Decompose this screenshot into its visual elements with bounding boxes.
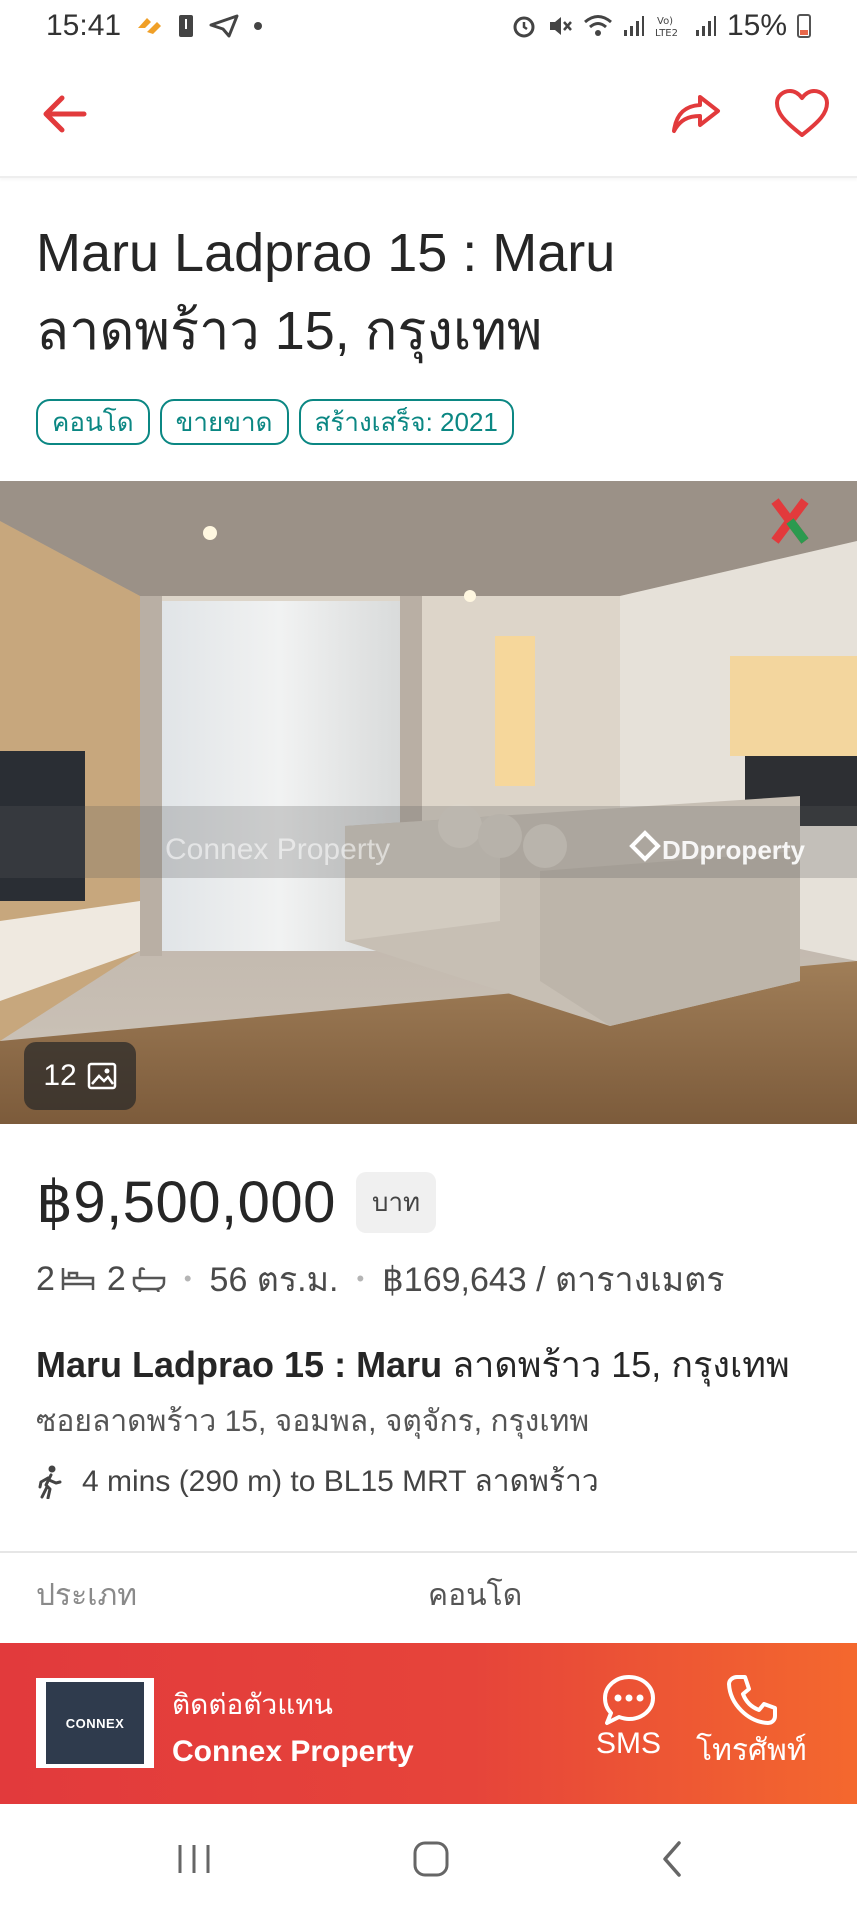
tag-completion: สร้างเสร็จ: 2021 [298, 399, 514, 445]
alarm-icon [511, 13, 537, 39]
bathrooms: 2 [107, 1260, 166, 1299]
svg-text:LTE2: LTE2 [655, 28, 678, 39]
watermark-right: DDproperty [662, 835, 806, 865]
separator-dot: • [356, 1266, 365, 1291]
separator-dot: • [183, 1266, 192, 1291]
photo-count-badge[interactable]: 12 [24, 1042, 136, 1110]
sim-icon [177, 13, 195, 39]
telegram-icon [209, 14, 239, 38]
agent-name: Connex Property [172, 1735, 414, 1768]
signal-icon-2 [695, 15, 717, 37]
gallery-icon [87, 1062, 116, 1090]
recent-apps-icon [178, 1845, 210, 1873]
listing-name: Maru Ladprao 15 : Maru ลาดพร้าว 15, กรุง… [36, 1336, 790, 1393]
favorite-button[interactable] [770, 82, 834, 146]
listing-title: Maru Ladprao 15 : Maru ลาดพร้าว 15, กรุง… [36, 223, 616, 361]
bedrooms: 2 [36, 1260, 95, 1299]
status-bar: 15:41 Vo) LTE2 15% [0, 0, 857, 52]
mute-icon [547, 13, 573, 39]
back-button[interactable] [32, 82, 96, 146]
watermark-left: Connex Property [165, 833, 390, 866]
battery-percent: 15% [726, 9, 787, 42]
phone-icon [727, 1675, 778, 1725]
tag-tenure: ขายขาด [159, 399, 289, 445]
section-divider [0, 1551, 857, 1553]
share-button[interactable] [664, 82, 728, 146]
bathroom-count: 2 [106, 1259, 126, 1298]
home-button[interactable] [401, 1834, 461, 1884]
contact-agent-label: ติดต่อตัวแทน [172, 1689, 333, 1720]
system-back-button[interactable] [642, 1834, 702, 1884]
call-button[interactable]: โทรศัพท์ [696, 1673, 807, 1774]
back-arrow-icon [43, 95, 87, 133]
listing-name-bold: Maru Ladprao 15 : Maru [36, 1344, 443, 1385]
bath-icon [132, 1267, 166, 1292]
walking-icon [38, 1465, 62, 1499]
share-icon [672, 95, 720, 133]
currency-badge: บาท [355, 1171, 437, 1233]
chevron-left-icon [663, 1841, 681, 1877]
sms-label: SMS [596, 1727, 662, 1760]
status-time: 15:41 [46, 9, 122, 42]
listing-name-rest: ลาดพร้าว 15, กรุงเทพ [442, 1344, 790, 1385]
tag-list: คอนโด ขายขาด สร้างเสร็จ: 2021 [36, 399, 514, 445]
wifi-icon [583, 13, 613, 39]
agent-logo-text: CONNEX [46, 1682, 144, 1764]
price-row: ฿9,500,000 บาท [36, 1168, 437, 1236]
detail-value: คอนโด [428, 1579, 523, 1612]
price-per-area: ฿169,643 / ตารางเมตร [382, 1261, 725, 1299]
svg-text:Vo): Vo) [657, 16, 673, 27]
heart-icon [775, 89, 829, 137]
notification-icon [135, 14, 163, 38]
agent-info[interactable]: ติดต่อตัวแทน Connex Property [172, 1683, 414, 1769]
call-label: โทรศัพท์ [696, 1734, 807, 1767]
volte-icon: Vo) LTE2 [655, 13, 685, 39]
listing-photo[interactable]: Connex Property DDproperty [0, 481, 857, 1124]
tag-property-type: คอนโด [36, 399, 150, 445]
transit-info: 4 mins (290 m) to BL15 MRT ลาดพร้าว [36, 1458, 599, 1505]
living-room-image: Connex Property DDproperty [0, 481, 857, 1124]
bed-icon [61, 1268, 95, 1290]
listing-address: ซอยลาดพร้าว 15, จอมพล, จตุจักร, กรุงเทพ [36, 1405, 590, 1438]
system-nav-bar [0, 1804, 857, 1911]
recent-apps-button[interactable] [164, 1834, 224, 1884]
agent-logo[interactable]: CONNEX [36, 1678, 154, 1768]
chat-icon [602, 1675, 655, 1725]
sms-button[interactable]: SMS [596, 1673, 661, 1761]
detail-label: ประเภท [36, 1579, 138, 1612]
dot-icon [253, 21, 263, 31]
bedroom-count: 2 [36, 1259, 55, 1298]
photo-count: 12 [43, 1059, 77, 1092]
home-icon [413, 1841, 449, 1877]
transit-text: 4 mins (290 m) to BL15 MRT ลาดพร้าว [82, 1465, 599, 1498]
top-nav [0, 52, 857, 178]
battery-icon [797, 14, 811, 38]
area: 56 ตร.ม. [209, 1261, 339, 1299]
price: ฿9,500,000 [36, 1170, 336, 1235]
signal-icon [623, 15, 645, 37]
specs-row: 2 2 • 56 ตร.ม. • ฿169,643 / ตารางเมตร [36, 1252, 725, 1306]
contact-bar: CONNEX ติดต่อตัวแทน Connex Property SMS … [0, 1643, 857, 1804]
